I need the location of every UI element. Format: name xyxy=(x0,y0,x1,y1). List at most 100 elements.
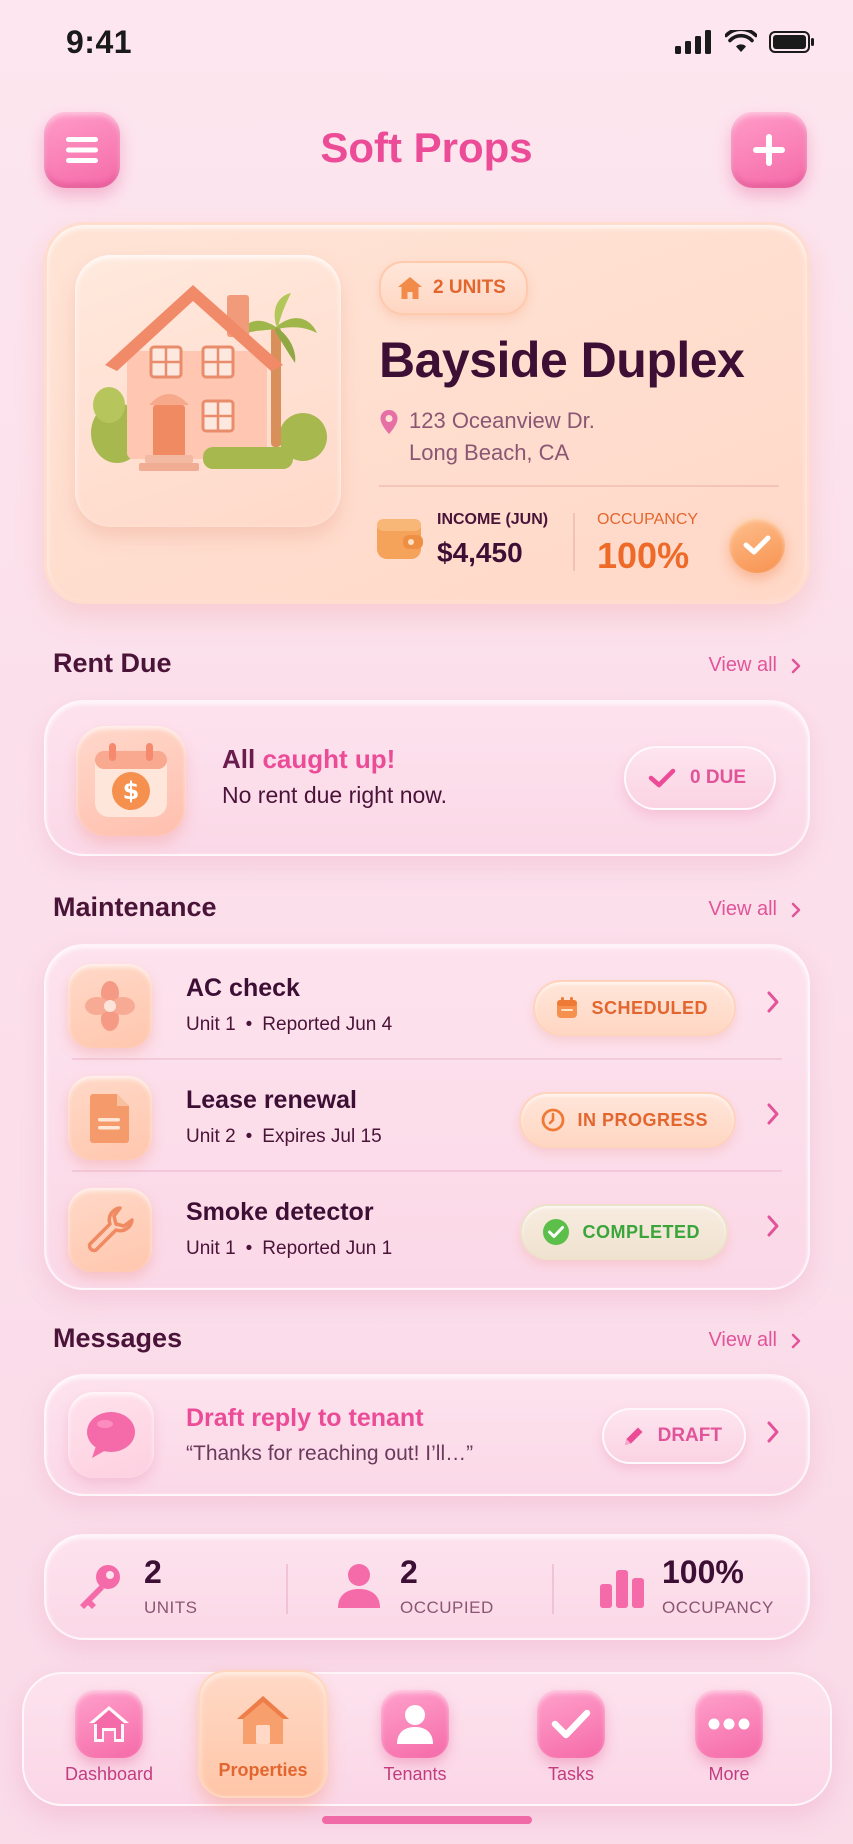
chevron-right-icon xyxy=(791,658,801,673)
message-preview: “Thanks for reaching out! I’ll…” xyxy=(186,1442,474,1465)
chevron-right-icon xyxy=(791,902,801,917)
add-button[interactable] xyxy=(731,112,807,188)
maintenance-row[interactable]: Lease renewal Unit 2 • Expires Jul 15 IN P… xyxy=(46,1060,808,1172)
calendar-icon xyxy=(557,997,578,1018)
rent-calendar-tile: $ xyxy=(76,726,186,836)
location-pin-icon xyxy=(380,410,398,434)
wallet-icon xyxy=(377,519,423,559)
rent-status-accent: caught up! xyxy=(262,744,396,774)
maintenance-detail: Expires Jul 15 xyxy=(262,1126,382,1147)
pencil-icon xyxy=(624,1427,643,1445)
maintenance-tile xyxy=(68,1188,152,1272)
income-value: $4,450 xyxy=(437,537,523,568)
maintenance-subtitle: Unit 1 • Reported Jun 1 xyxy=(186,1238,393,1259)
message-card[interactable]: Draft reply to tenant “Thanks for reachi… xyxy=(44,1374,810,1496)
maintenance-unit: Unit 2 xyxy=(186,1126,236,1147)
maintenance-row[interactable]: Smoke detector Unit 1 • Reported Jun 1 COM… xyxy=(46,1172,808,1284)
stat-value: 2 xyxy=(400,1554,418,1590)
divider xyxy=(286,1564,288,1614)
address-line-2: Long Beach, CA xyxy=(409,440,570,465)
home-icon xyxy=(398,277,422,299)
maintenance-title: Lease renewal xyxy=(186,1086,357,1114)
tab-label: More xyxy=(708,1764,750,1784)
tab-icon-tile xyxy=(537,1690,605,1758)
due-count-label: 0 DUE xyxy=(690,767,746,788)
property-card[interactable]: 2 UNITS Bayside Duplex 123 Oceanview Dr.… xyxy=(44,222,810,604)
check-icon xyxy=(551,1709,591,1739)
occupancy-check-badge xyxy=(729,517,785,573)
app-title: Soft Props xyxy=(320,124,533,171)
units-badge: 2 UNITS xyxy=(379,261,528,315)
units-badge-label: 2 UNITS xyxy=(433,277,506,298)
summary-stats-card: 2 UNITS 2 OCCUPIED 100% OCCUPANCY xyxy=(44,1534,810,1640)
document-icon xyxy=(90,1094,129,1143)
maintenance-view-all[interactable]: View all xyxy=(708,898,801,921)
battery-icon xyxy=(769,31,814,53)
chat-bubble-icon xyxy=(87,1412,135,1458)
view-all-label: View all xyxy=(708,1329,777,1351)
maintenance-tile xyxy=(68,1076,152,1160)
property-name: Bayside Duplex xyxy=(379,332,745,388)
status-label: COMPLETED xyxy=(582,1221,700,1242)
plus-icon xyxy=(753,134,785,166)
chevron-right-icon xyxy=(767,1215,779,1237)
maintenance-detail: Reported Jun 1 xyxy=(262,1238,393,1259)
draft-badge[interactable]: DRAFT xyxy=(601,1408,746,1464)
stat-value: 100% xyxy=(662,1554,744,1590)
key-icon xyxy=(80,1565,120,1609)
rent-due-card[interactable]: $ All caught up! No rent due right now. … xyxy=(44,700,810,856)
chevron-right-icon xyxy=(791,1333,801,1348)
property-address: 123 Oceanview Dr. Long Beach, CA xyxy=(379,405,595,469)
maintenance-row[interactable]: AC check Unit 1 • Reported Jun 4 SCHEDULED xyxy=(46,948,808,1060)
maintenance-card: AC check Unit 1 • Reported Jun 4 SCHEDULED xyxy=(44,944,810,1290)
house-illustration xyxy=(75,255,341,527)
maintenance-tile xyxy=(68,964,152,1048)
tab-label: Dashboard xyxy=(64,1764,154,1784)
fan-icon xyxy=(85,981,135,1031)
stat-label: OCCUPANCY xyxy=(662,1598,774,1617)
chevron-right-icon xyxy=(767,1421,779,1443)
bottom-tab-bar: Dashboard Properties Tenants Tasks More xyxy=(22,1670,832,1806)
occupancy-label: OCCUPANCY xyxy=(597,511,699,528)
tab-properties[interactable]: Properties xyxy=(198,1670,328,1798)
status-label: IN PROGRESS xyxy=(577,1109,708,1130)
home-indicator[interactable] xyxy=(322,1816,532,1824)
income-label: INCOME (JUN) xyxy=(437,511,549,528)
bar-chart-icon xyxy=(600,1570,644,1608)
tab-more[interactable]: More xyxy=(664,1684,794,1798)
person-icon xyxy=(338,1564,380,1608)
draft-label: DRAFT xyxy=(657,1425,722,1446)
stat-label: UNITS xyxy=(144,1598,198,1617)
chevron-right-icon xyxy=(767,991,779,1013)
rent-due-view-all[interactable]: View all xyxy=(708,654,801,677)
rent-due-heading: Rent Due xyxy=(53,648,172,678)
due-count-badge[interactable]: 0 DUE xyxy=(624,746,776,810)
stat-occupancy: 100% OCCUPANCY xyxy=(598,1554,798,1624)
tab-tenants[interactable]: Tenants xyxy=(350,1684,480,1798)
stat-value: 2 xyxy=(144,1554,162,1590)
stat-occupied: 2 OCCUPIED xyxy=(336,1554,536,1624)
wifi-icon xyxy=(725,30,757,52)
message-tile xyxy=(68,1392,154,1478)
tab-tasks[interactable]: Tasks xyxy=(506,1684,636,1798)
maintenance-heading: Maintenance xyxy=(53,892,217,922)
tab-icon-tile xyxy=(75,1690,143,1758)
house-icon xyxy=(91,285,327,471)
tab-dashboard[interactable]: Dashboard xyxy=(44,1684,174,1798)
wrench-icon xyxy=(87,1206,134,1253)
home-icon xyxy=(89,1706,129,1742)
tab-icon-tile xyxy=(695,1690,763,1758)
status-badge-scheduled: SCHEDULED xyxy=(533,980,736,1036)
check-icon xyxy=(743,535,771,555)
status-icons xyxy=(675,30,815,54)
check-icon xyxy=(648,768,676,788)
tab-label: Properties xyxy=(218,1760,308,1780)
chevron-right-icon xyxy=(767,1103,779,1125)
messages-view-all[interactable]: View all xyxy=(708,1329,801,1352)
stat-units: 2 UNITS xyxy=(74,1554,274,1624)
status-badge-in-progress: IN PROGRESS xyxy=(519,1092,736,1148)
status-label: SCHEDULED xyxy=(591,997,708,1018)
status-time: 9:41 xyxy=(66,24,133,60)
divider xyxy=(379,485,779,487)
occupancy-value: 100% xyxy=(597,535,690,576)
